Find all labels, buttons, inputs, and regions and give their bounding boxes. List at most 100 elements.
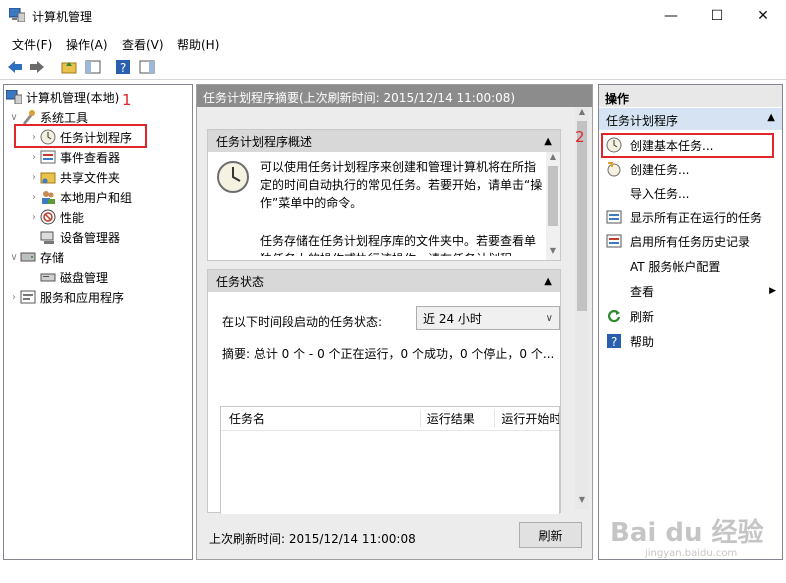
disk-icon <box>40 269 56 285</box>
tree-item-local-users[interactable]: › 本地用户和组 <box>4 187 192 207</box>
event-viewer-icon <box>40 149 56 165</box>
menu-action[interactable]: 操作(A) <box>66 36 108 53</box>
show-hide-tree-icon[interactable] <box>84 58 102 76</box>
tree-item-services-apps[interactable]: › 服务和应用程序 <box>4 287 192 307</box>
overview-scrollbar[interactable]: ▲ ▼ <box>546 152 560 260</box>
chevron-right-icon[interactable]: › <box>28 172 40 183</box>
collapse-up-icon[interactable]: ▲ <box>767 112 775 126</box>
task-status-table: 任务名 运行结果 运行开始时 <box>220 406 560 514</box>
tree-item-storage[interactable]: ∨ 存储 <box>4 247 192 267</box>
tree-item-shared-folders[interactable]: › 共享文件夹 <box>4 167 192 187</box>
new-task-icon <box>606 161 622 177</box>
menu-file[interactable]: 文件(F) <box>12 36 52 53</box>
status-period-label: 在以下时间段启动的任务状态: <box>222 315 383 329</box>
window-title: 计算机管理 <box>32 10 93 24</box>
services-icon <box>20 289 36 305</box>
action-create-task[interactable]: 创建任务... <box>599 157 782 181</box>
svg-text:?: ? <box>611 335 617 349</box>
action-refresh[interactable]: 刷新 <box>599 304 782 328</box>
actions-group-title: 任务计划程序 <box>606 114 679 128</box>
chevron-right-icon[interactable]: › <box>28 152 40 163</box>
computer-management-icon <box>8 7 26 23</box>
tree-item-label: 存储 <box>40 250 65 265</box>
computer-management-icon <box>6 89 22 105</box>
svg-text:?: ? <box>120 61 126 75</box>
forward-arrow-icon[interactable] <box>28 58 46 76</box>
action-label: 启用所有任务历史记录 <box>630 234 751 249</box>
action-label: AT 服务帐户配置 <box>630 259 721 274</box>
column-header-run-start[interactable]: 运行开始时 <box>494 410 559 427</box>
tree-item-label: 本地用户和组 <box>60 190 133 205</box>
history-icon <box>606 233 622 249</box>
column-header-run-result[interactable]: 运行结果 <box>419 410 495 427</box>
help-icon: ? <box>606 333 622 349</box>
collapse-up-icon[interactable]: ▲ <box>544 136 552 147</box>
summary-pane: 任务计划程序摘要(上次刷新时间: 2015/12/14 11:00:08) 任务… <box>196 84 593 560</box>
chevron-down-icon[interactable]: ∨ <box>8 112 20 123</box>
storage-icon <box>20 249 36 265</box>
action-import-task[interactable]: 导入任务... <box>599 181 782 205</box>
tree-item-label: 性能 <box>60 210 85 225</box>
table-header-row: 任务名 运行结果 运行开始时 <box>221 407 559 431</box>
highlight-box-create-basic-task <box>601 133 774 158</box>
tree-item-root[interactable]: 计算机管理(本地) <box>4 87 192 107</box>
chevron-right-icon: ▶ <box>769 286 776 296</box>
action-enable-history[interactable]: 启用所有任务历史记录 <box>599 229 782 253</box>
overview-text-1: 可以使用任务计划程序来创建和管理计算机将在所指定的时间自动执行的常见任务。若要开… <box>260 160 543 210</box>
show-hide-action-pane-icon[interactable] <box>138 58 156 76</box>
status-period-select[interactable]: 近 24 小时 ∨ <box>416 306 560 330</box>
maximize-button[interactable]: ☐ <box>694 0 740 31</box>
summary-header: 任务计划程序摘要(上次刷新时间: 2015/12/14 11:00:08) <box>197 85 592 107</box>
action-label: 创建任务... <box>630 162 690 177</box>
help-icon[interactable]: ? <box>114 58 132 76</box>
task-status-title: 任务状态 <box>216 274 265 289</box>
title-bar: 计算机管理 — ☐ ✕ <box>0 0 786 31</box>
refresh-icon <box>606 308 622 324</box>
action-display-running-tasks[interactable]: 显示所有正在运行的任务 <box>599 205 782 229</box>
refresh-button[interactable]: 刷新 <box>519 522 582 548</box>
actions-header: 操作 <box>599 85 782 107</box>
chevron-right-icon[interactable]: › <box>8 292 20 303</box>
action-at-service-config[interactable]: AT 服务帐户配置 <box>599 254 782 278</box>
performance-icon <box>40 209 56 225</box>
navigation-tree: 计算机管理(本地) ∨ 系统工具 › 任务计划程序 › 事件查看器 › 共享文件… <box>3 84 193 560</box>
column-header-task-name[interactable]: 任务名 <box>221 410 420 427</box>
summary-scrollbar[interactable]: ▲ ▼ <box>575 107 589 509</box>
clock-icon <box>216 160 250 197</box>
action-label: 查看 <box>630 284 655 299</box>
chevron-down-icon[interactable]: ∨ <box>8 252 20 263</box>
task-status-section: 任务状态 ▲ 在以下时间段启动的任务状态: 近 24 小时 ∨ 摘要: 总计 0… <box>207 269 561 514</box>
tree-item-label: 计算机管理(本地) <box>26 90 120 105</box>
collapse-up-icon[interactable]: ▲ <box>544 276 552 287</box>
menu-help[interactable]: 帮助(H) <box>177 36 219 53</box>
tree-item-event-viewer[interactable]: › 事件查看器 <box>4 147 192 167</box>
back-arrow-icon[interactable] <box>6 58 24 76</box>
chevron-right-icon[interactable]: › <box>28 192 40 203</box>
chevron-down-icon: ∨ <box>545 312 553 324</box>
baidu-watermark-logo: Bai du 经验 <box>610 518 764 548</box>
action-view[interactable]: 查看 ▶ <box>599 279 782 303</box>
action-label: 帮助 <box>630 334 655 349</box>
baidu-watermark-url: jingyan.baidu.com <box>645 548 738 559</box>
up-folder-icon[interactable] <box>60 58 78 76</box>
tree-item-device-manager[interactable]: 设备管理器 <box>4 227 192 247</box>
last-refresh-text: 上次刷新时间: 2015/12/14 11:00:08 <box>209 532 416 546</box>
task-status-header[interactable]: 任务状态 ▲ <box>208 270 560 292</box>
tree-item-performance[interactable]: › 性能 <box>4 207 192 227</box>
action-help[interactable]: ? 帮助 <box>599 329 782 353</box>
action-label: 显示所有正在运行的任务 <box>630 210 763 225</box>
overview-header[interactable]: 任务计划程序概述 ▲ <box>208 130 560 152</box>
chevron-right-icon[interactable]: › <box>28 212 40 223</box>
tree-item-label: 事件查看器 <box>60 150 121 165</box>
tree-item-disk-management[interactable]: 磁盘管理 <box>4 267 192 287</box>
annotation-number-2: 2 <box>575 128 585 146</box>
actions-group-header[interactable]: 任务计划程序 ▲ <box>599 108 782 130</box>
highlight-box-task-scheduler <box>14 124 147 148</box>
close-button[interactable]: ✕ <box>740 0 786 31</box>
running-tasks-icon <box>606 209 622 225</box>
action-label: 刷新 <box>630 309 655 324</box>
menu-view[interactable]: 查看(V) <box>122 36 164 53</box>
overview-text-2: 任务存储在任务计划程序库的文件夹中。若要查看单独任务上的操作或执行该操作，请在任… <box>260 234 537 256</box>
minimize-button[interactable]: — <box>648 0 694 31</box>
tree-item-label: 服务和应用程序 <box>40 290 125 305</box>
